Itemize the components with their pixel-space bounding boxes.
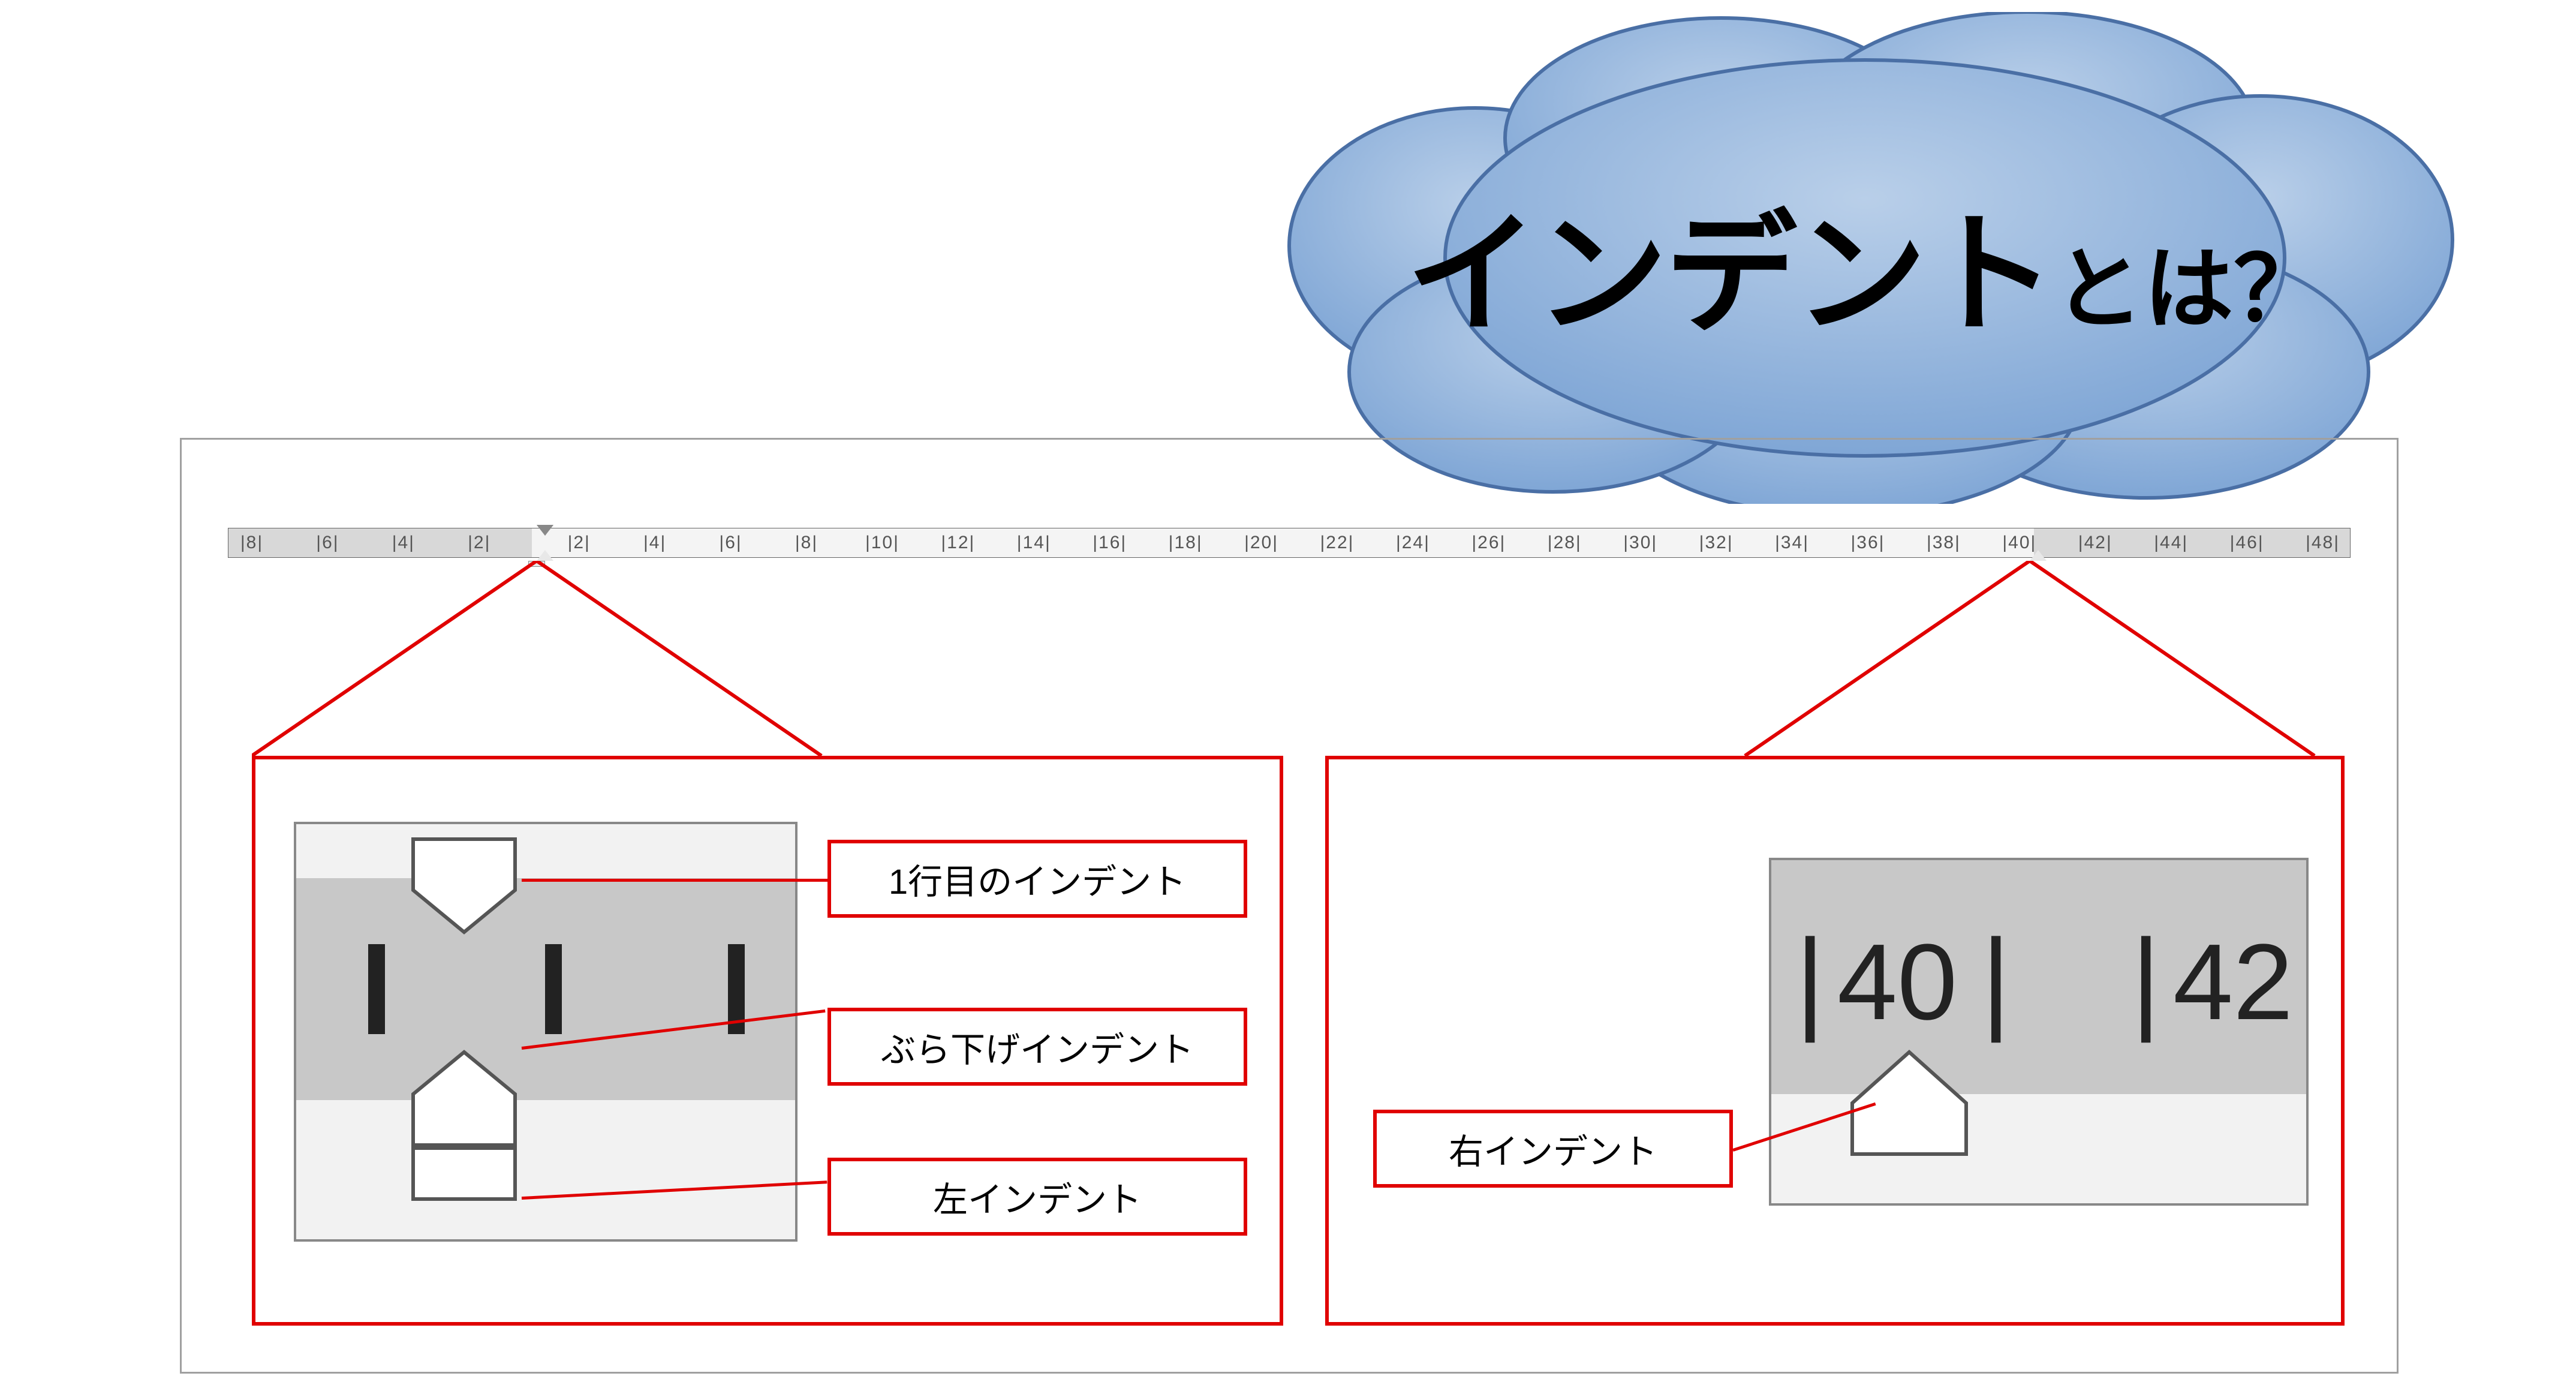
zoom-right-tick3-icon: | — [2131, 914, 2160, 1045]
ruler-number: |34| — [1775, 533, 1809, 553]
pointer-left-icon — [252, 561, 1283, 759]
title-cloud: インデントとは？ — [1229, 12, 2488, 504]
ruler-number: |28| — [1548, 533, 1582, 553]
ruler-number: |22| — [1320, 533, 1355, 553]
zoom-right-tick1-icon: | — [1795, 914, 1825, 1045]
ruler-number: |30| — [1623, 533, 1657, 553]
zoom-right-num1: 40 — [1837, 920, 1957, 1044]
ruler-number: |26| — [1471, 533, 1506, 553]
ruler-number: |38| — [1927, 533, 1961, 553]
title-bold: インデント — [1406, 201, 2054, 349]
title-tail: とは？ — [2054, 239, 2324, 340]
ruler-number: |36| — [1851, 533, 1885, 553]
title-text: インデントとは？ — [1325, 168, 2405, 359]
ruler-number: |42| — [2078, 533, 2112, 553]
zoom-right: | 40 | | 42 — [1769, 858, 2309, 1206]
left-indent-shape-icon — [410, 1145, 518, 1205]
label-first-line: 1行目のインデント — [827, 840, 1247, 918]
ruler-number: |2| — [468, 533, 490, 553]
ruler-number: |32| — [1699, 533, 1734, 553]
ruler-number: |2| — [568, 533, 591, 553]
hanging-indent-shape-icon — [410, 1046, 518, 1148]
label-left: 左インデント — [827, 1158, 1247, 1236]
pointer-right-icon — [1325, 561, 2345, 759]
ruler-number: |24| — [1396, 533, 1430, 553]
zoom-right-num2: 42 — [2173, 920, 2293, 1044]
ruler-number: |10| — [865, 533, 899, 553]
zoom-left — [294, 822, 798, 1242]
ruler-number: |46| — [2230, 533, 2264, 553]
first-line-indent-shape-icon — [410, 836, 518, 938]
ruler-number: |8| — [795, 533, 818, 553]
label-right: 右インデント — [1373, 1110, 1733, 1188]
right-indent-shape-icon — [1849, 1046, 1969, 1160]
ruler-number: |6| — [316, 533, 339, 553]
ruler-number: |44| — [2154, 533, 2188, 553]
ruler-number: |4| — [392, 533, 415, 553]
tick-icon — [368, 944, 385, 1034]
ruler-number: |12| — [941, 533, 975, 553]
connector-line — [522, 879, 827, 882]
ruler-number: |8| — [240, 533, 263, 553]
ruler-number: |16| — [1093, 533, 1127, 553]
ruler-number: |14| — [1017, 533, 1051, 553]
tick-icon — [545, 944, 562, 1034]
zoom-right-tick2-icon: | — [1981, 914, 2011, 1045]
ruler-number: |40| — [2002, 533, 2036, 553]
ruler-number: |18| — [1169, 533, 1203, 553]
label-hanging: ぶら下げインデント — [827, 1008, 1247, 1086]
ruler-numbers: |8| |6| |4| |2| |2| |4| |6| |8| |10| |12| |14| |16|… — [228, 528, 2351, 558]
ruler-number: |20| — [1244, 533, 1278, 553]
ruler-number: |48| — [2306, 533, 2340, 553]
ruler-number: |6| — [719, 533, 742, 553]
ruler-number: |4| — [643, 533, 666, 553]
